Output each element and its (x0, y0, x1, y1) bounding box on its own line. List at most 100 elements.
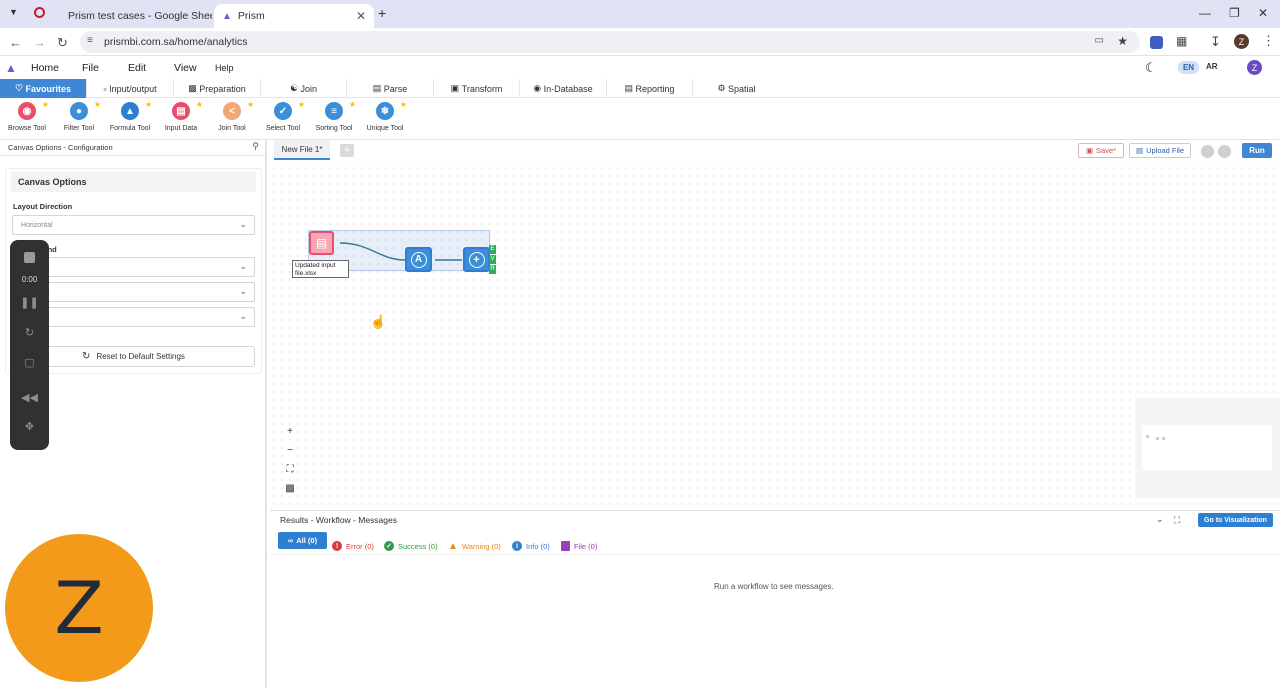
browse-tool[interactable]: ★ ◉ Browse Tool (1, 100, 53, 132)
browser-tab-prism[interactable]: ▲ Prism ✕ (214, 4, 374, 28)
tab-join[interactable]: ☯ Join (261, 79, 347, 98)
save-button[interactable]: ▣ Save* (1078, 143, 1124, 158)
filter-warning-button[interactable]: ▲ Warning (0) (448, 541, 501, 552)
stop-icon[interactable] (24, 252, 35, 263)
tab-input-output[interactable]: ▫ Input/output (87, 79, 174, 98)
minimize-icon[interactable]: — (1199, 6, 1211, 20)
lang-ar-button[interactable]: AR (1206, 62, 1218, 71)
tab-spatial[interactable]: ⚙ Spatial (693, 79, 780, 98)
preparation-icon: ▩ (188, 83, 200, 93)
menu-home[interactable]: Home (31, 62, 59, 74)
site-info-icon[interactable]: ≡ (87, 35, 93, 46)
formula-node[interactable]: A (405, 247, 432, 272)
prism-logo-icon: ▲ (222, 10, 232, 22)
fit-view-icon[interactable]: ⛶ (283, 463, 297, 477)
upload-file-button[interactable]: ▤ Upload File (1129, 143, 1191, 158)
extensions-puzzle-icon[interactable]: ▦ (1176, 34, 1187, 48)
lock-icon[interactable]: ▩ (283, 482, 297, 496)
extension-icon[interactable] (1150, 36, 1163, 49)
close-icon[interactable]: ✕ (356, 9, 366, 23)
input-data-tool[interactable]: ★ ▤ Input Data (155, 100, 207, 132)
refresh-icon: ↻ (82, 351, 91, 362)
select-tool[interactable]: ★ ✓ Select Tool (257, 100, 309, 132)
dark-mode-icon[interactable]: ☾ (1145, 60, 1157, 76)
filter-all-button[interactable]: ∞ All (0) (278, 532, 327, 549)
menu-edit[interactable]: Edit (128, 62, 146, 74)
pin-icon[interactable]: ⚲ (252, 141, 259, 152)
connection-line (339, 242, 406, 261)
tab-in-database[interactable]: ◉ In-Database (520, 79, 607, 98)
menu-file[interactable]: File (82, 62, 99, 74)
anchor-e[interactable]: E (489, 245, 496, 254)
workflow-canvas[interactable] (270, 140, 1280, 510)
browser-tab-strip: ▼ Prism test cases - Google Sheets ✕ ▲ P… (0, 0, 1280, 28)
input-data-node[interactable]: ▤ (309, 231, 334, 255)
filter-success-button[interactable]: ✓ Success (0) (384, 541, 438, 551)
node-caption: Updated input file.xlsx (292, 260, 349, 278)
formula-tool[interactable]: ★ ▲ Formula Tool (104, 100, 156, 132)
recording-icon[interactable] (34, 7, 45, 18)
minimap[interactable] (1135, 398, 1280, 498)
zoom-in-button[interactable]: + (283, 425, 297, 439)
collapse-chevron-icon[interactable]: ⌄ (1156, 514, 1164, 525)
window-close-icon[interactable]: ✕ (1258, 6, 1268, 20)
user-avatar[interactable]: Z (1247, 60, 1262, 75)
file-tab[interactable]: New File 1* (274, 140, 330, 160)
favourite-star-icon: ★ (41, 100, 49, 109)
browser-profile-avatar[interactable]: Z (1234, 34, 1249, 49)
expand-icon[interactable]: ⛶ (1174, 515, 1180, 526)
add-file-tab-button[interactable]: + (340, 144, 354, 157)
undo-icon[interactable] (1201, 145, 1214, 158)
url-field[interactable]: ≡ prismbi.com.sa/home/analytics ▭ ★ (80, 31, 1140, 53)
menu-help[interactable]: Help (215, 63, 234, 73)
tab-parse[interactable]: ▤ Parse (347, 79, 434, 98)
new-tab-icon[interactable]: + (378, 5, 386, 21)
minimap-viewport (1142, 425, 1272, 470)
layout-direction-select[interactable]: Horizontal ⌄ (12, 215, 255, 235)
install-app-icon[interactable]: ▭ (1095, 35, 1104, 46)
download-icon[interactable]: ↧ (1210, 34, 1221, 50)
favourite-star-icon: ★ (93, 100, 101, 109)
anchor-r[interactable]: R (489, 265, 496, 274)
bookmark-star-icon[interactable]: ★ (1117, 34, 1128, 48)
info-icon: i (512, 541, 522, 551)
tab-label: Prism test cases - Google Sheets (68, 10, 212, 22)
unique-tool[interactable]: ★ ❄ Unique Tool (359, 100, 411, 132)
filter-tool[interactable]: ★ ● Filter Tool (53, 100, 105, 132)
menu-view[interactable]: View (174, 62, 197, 74)
drag-handle-icon[interactable]: ✥ (10, 420, 49, 433)
browser-tab-sheets[interactable]: Prism test cases - Google Sheets ✕ (54, 4, 212, 28)
back-icon[interactable]: ← (9, 35, 22, 50)
anchor-v[interactable]: V (489, 255, 496, 264)
zoom-out-button[interactable]: − (283, 444, 297, 458)
restore-icon[interactable]: ❐ (1229, 6, 1240, 20)
trash-icon[interactable]: ▢ (10, 356, 49, 369)
filter-error-button[interactable]: ! Error (0) (332, 541, 374, 551)
pause-icon[interactable]: ❚❚ (10, 296, 49, 309)
tab-reporting[interactable]: ▤ Reporting (607, 79, 693, 98)
tab-list-chevron-icon[interactable]: ▼ (9, 7, 18, 17)
forward-icon[interactable]: → (33, 35, 46, 50)
reload-icon[interactable]: ↻ (57, 35, 68, 51)
lang-en-button[interactable]: EN (1178, 61, 1199, 74)
sorting-tool[interactable]: ★ ≡ Sorting Tool (308, 100, 360, 132)
redo-icon[interactable] (1218, 145, 1231, 158)
run-button[interactable]: Run (1242, 143, 1272, 158)
filter-file-button[interactable]: File (0) (561, 541, 597, 551)
layout-direction-label: Layout Direction (13, 202, 73, 211)
file-icon (561, 541, 570, 551)
prism-logo-icon: ▲ (5, 61, 17, 75)
join-tool[interactable]: ★ < Join Tool (206, 100, 258, 132)
chevron-down-icon: ⌄ (239, 261, 247, 271)
restart-icon[interactable]: ↻ (10, 326, 49, 339)
go-to-visualization-button[interactable]: Go to Visualization (1198, 513, 1273, 527)
tab-transform[interactable]: ▣ Transform (434, 79, 520, 98)
browser-menu-icon[interactable]: ⋮ (1262, 33, 1275, 49)
rewind-icon[interactable]: ◀◀ (10, 391, 49, 404)
output-anchors: E V R (489, 245, 496, 274)
tab-preparation[interactable]: ▩ Preparation (174, 79, 261, 98)
spatial-icon: ⚙ (717, 83, 729, 93)
select-node[interactable]: + (463, 247, 490, 272)
tab-favourites[interactable]: ♡ Favourites (0, 79, 87, 98)
filter-info-button[interactable]: i Info (0) (512, 541, 550, 551)
